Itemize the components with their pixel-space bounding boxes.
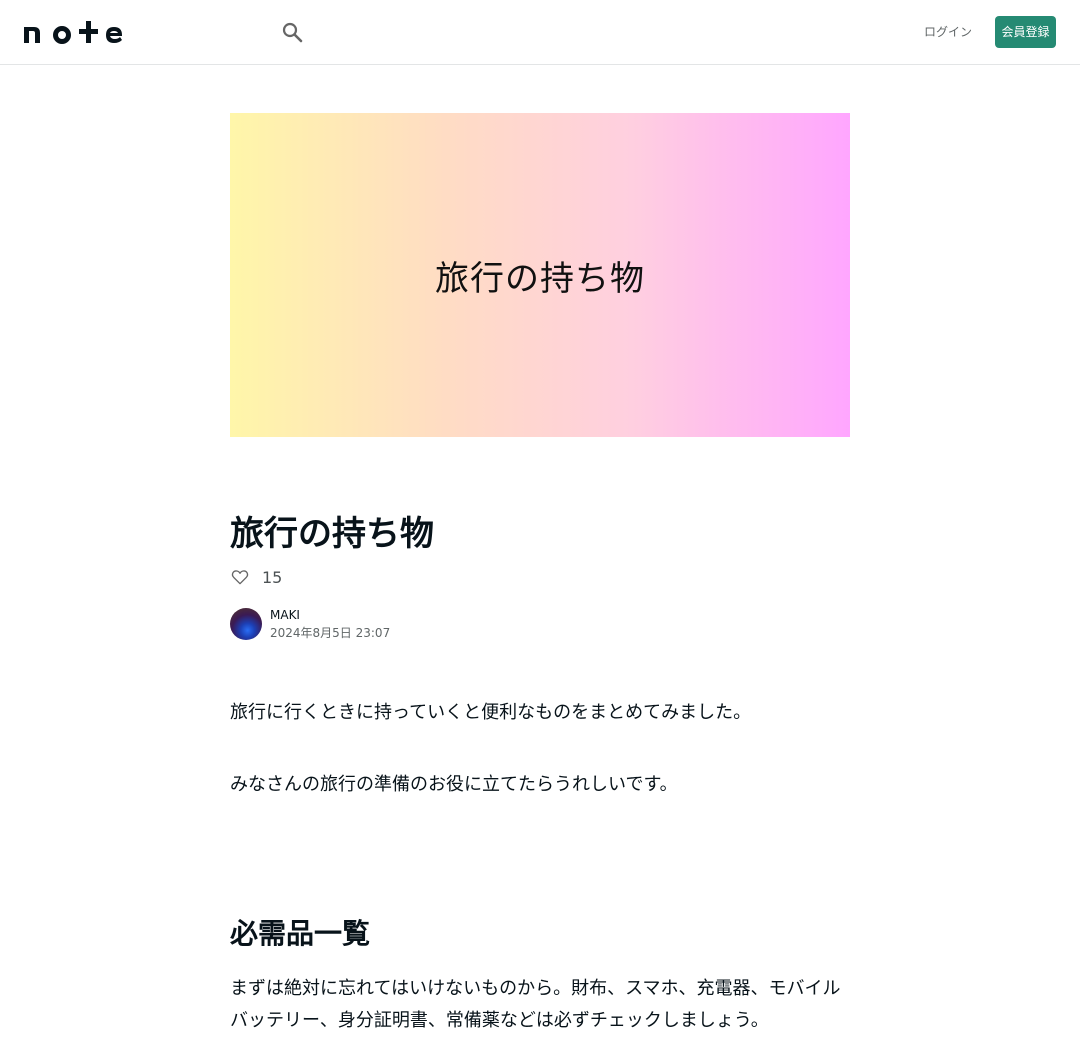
like-count[interactable]: 15 (262, 568, 282, 587)
note-logo[interactable] (24, 19, 124, 45)
author-meta: MAKI 2024年8月5日 23:07 (270, 606, 390, 642)
heart-icon[interactable] (230, 567, 250, 587)
article-paragraph: 旅行に行くときに持っていくと便利なものをまとめてみました。 (230, 702, 752, 723)
article-paragraph: みなさんの旅行の準備のお役に立てたらうれしいです。 (230, 774, 678, 795)
article-paragraph: まずは絶対に忘れてはいけないものから。財布、スマホ、充電器、モバイルバッテリー、… (230, 978, 841, 1031)
avatar[interactable] (230, 608, 262, 640)
section-heading: 必需品一覧 (230, 917, 371, 950)
post-date: 2024年8月5日 23:07 (270, 626, 391, 640)
article-title: 旅行の持ち物 (230, 514, 434, 554)
author-info: MAKI 2024年8月5日 23:07 (230, 607, 390, 641)
search-icon[interactable] (280, 20, 304, 44)
eyecatch-text: 旅行の持ち物 (435, 258, 645, 299)
like-row: 15 (230, 566, 282, 588)
login-link[interactable]: ログイン (924, 22, 972, 42)
signup-button[interactable]: 会員登録 (995, 16, 1056, 48)
site-header: ログイン 会員登録 (0, 0, 1080, 65)
article-eyecatch-image: 旅行の持ち物 (230, 113, 850, 437)
author-name[interactable]: MAKI (270, 606, 390, 624)
